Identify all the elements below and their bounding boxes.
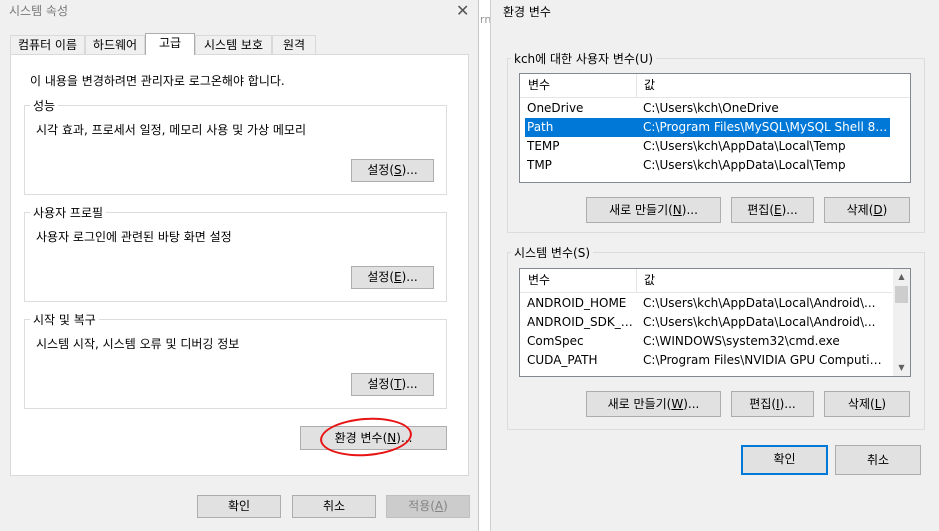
system-new-button[interactable]: 새로 만들기(W)... (586, 391, 721, 417)
table-row[interactable]: ComSpec C:\WINDOWS\system32\cmd.exe (520, 332, 892, 351)
tab-system-protection[interactable]: 시스템 보호 (195, 35, 272, 55)
variable-value: C:\Users\kch\AppData\Local\Temp (643, 139, 846, 153)
ok-button[interactable]: 확인 (197, 495, 281, 518)
user-variables-list[interactable]: 변수 값 OneDrive C:\Users\kch\OneDrive Path… (519, 73, 911, 183)
table-row[interactable]: OneDrive C:\Users\kch\OneDrive (520, 99, 910, 118)
column-header-value[interactable]: 값 (644, 76, 655, 95)
dialog-title: 시스템 속성 (9, 4, 69, 18)
variable-name: ComSpec (527, 334, 584, 348)
column-header-variable[interactable]: 변수 (528, 271, 550, 290)
performance-legend: 성능 (30, 97, 59, 114)
variable-name: Path (527, 120, 554, 134)
variable-name: OneDrive (527, 101, 584, 115)
table-row[interactable]: TEMP C:\Users\kch\AppData\Local\Temp (520, 137, 910, 156)
column-divider[interactable] (636, 74, 637, 98)
variable-value: C:\Users\kch\AppData\Local\Android\... (643, 315, 876, 329)
table-row[interactable]: CUDA_PATH C:\Program Files\NVIDIA GPU Co… (520, 351, 892, 370)
list-header: 변수 값 (520, 269, 892, 293)
startup-recovery-settings-button[interactable]: 설정(T)... (351, 373, 434, 396)
user-delete-button[interactable]: 삭제(D) (824, 197, 910, 223)
user-profiles-description: 사용자 로그인에 관련된 바탕 화면 설정 (36, 230, 232, 244)
scroll-down-icon[interactable]: ▼ (893, 361, 910, 375)
system-properties-dialog: 시스템 속성 ✕ 컴퓨터 이름 하드웨어 고급 시스템 보호 원격 이 내용을 … (0, 0, 479, 531)
user-new-button[interactable]: 새로 만들기(N)... (586, 197, 721, 223)
tab-remote[interactable]: 원격 (272, 35, 316, 55)
variable-value: C:\WINDOWS\system32\cmd.exe (643, 334, 840, 348)
performance-description: 시각 효과, 프로세서 일정, 메모리 사용 및 가상 메모리 (36, 123, 306, 137)
env-ok-button[interactable]: 확인 (741, 445, 828, 475)
scrollbar-thumb[interactable] (895, 286, 908, 303)
background-window-text: rn (480, 13, 490, 26)
system-variables-legend: 시스템 변수(S) (511, 244, 593, 261)
variable-name: CUDA_PATH (527, 353, 598, 367)
tab-hardware[interactable]: 하드웨어 (85, 35, 145, 55)
apply-button: 적용(A) (386, 495, 470, 518)
startup-recovery-description: 시스템 시작, 시스템 오류 및 디버깅 정보 (36, 337, 240, 351)
table-row[interactable]: ANDROID_SDK_R... C:\Users\kch\AppData\Lo… (520, 313, 892, 332)
user-profiles-legend: 사용자 프로필 (30, 204, 107, 221)
env-dialog-title: 환경 변수 (503, 5, 551, 19)
variable-name: ANDROID_SDK_R... (527, 315, 635, 329)
column-header-value[interactable]: 값 (644, 271, 655, 290)
column-divider[interactable] (636, 269, 637, 293)
variable-value: C:\Users\kch\AppData\Local\Android\... (643, 296, 876, 310)
variable-value: C:\Program Files\NVIDIA GPU Computing... (643, 353, 889, 367)
table-row-selected[interactable]: Path C:\Program Files\MySQL\MySQL Shell … (525, 118, 890, 137)
system-edit-button[interactable]: 편집(I)... (731, 391, 814, 417)
system-delete-button[interactable]: 삭제(L) (824, 391, 910, 417)
cancel-button[interactable]: 취소 (292, 495, 376, 518)
environment-variables-dialog: 환경 변수 kch에 대한 사용자 변수(U) 변수 값 OneDrive C:… (490, 0, 939, 531)
tab-advanced[interactable]: 고급 (145, 33, 195, 55)
startup-recovery-legend: 시작 및 복구 (30, 311, 99, 328)
scroll-up-icon[interactable]: ▲ (893, 270, 910, 284)
close-icon[interactable]: ✕ (456, 3, 469, 19)
performance-settings-button[interactable]: 설정(S)... (351, 159, 434, 182)
table-row[interactable]: TMP C:\Users\kch\AppData\Local\Temp (520, 156, 910, 175)
variable-value: C:\Users\kch\AppData\Local\Temp (643, 158, 846, 172)
list-header: 변수 값 (520, 74, 910, 98)
env-cancel-button[interactable]: 취소 (835, 445, 921, 475)
user-profiles-settings-button[interactable]: 설정(E)... (351, 266, 434, 289)
admin-notice: 이 내용을 변경하려면 관리자로 로그온해야 합니다. (30, 74, 285, 88)
system-variables-list[interactable]: 변수 값 ANDROID_HOME C:\Users\kch\AppData\L… (519, 268, 911, 377)
tab-computer-name[interactable]: 컴퓨터 이름 (10, 35, 85, 55)
table-row[interactable]: ANDROID_HOME C:\Users\kch\AppData\Local\… (520, 294, 892, 313)
variable-value: C:\Program Files\MySQL\MySQL Shell 8.... (643, 120, 890, 134)
variable-name: TEMP (527, 139, 560, 153)
variable-name: TMP (527, 158, 552, 172)
vertical-scrollbar[interactable]: ▲ ▼ (893, 269, 910, 376)
user-edit-button[interactable]: 편집(E)... (731, 197, 814, 223)
column-header-variable[interactable]: 변수 (528, 76, 550, 95)
variable-value: C:\Users\kch\OneDrive (643, 101, 779, 115)
variable-name: ANDROID_HOME (527, 296, 627, 310)
user-variables-legend: kch에 대한 사용자 변수(U) (511, 50, 657, 67)
